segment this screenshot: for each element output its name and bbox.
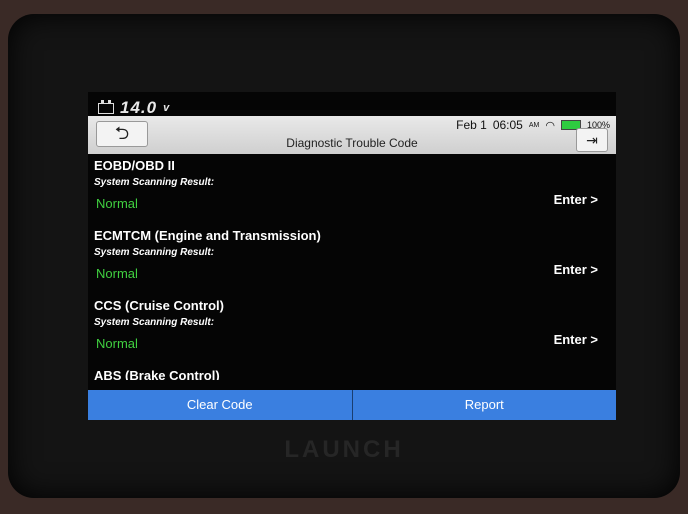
screen: 14.0 v ⮌ Feb 1 06:05 AM ◠ 100% Diagnosti… [88,92,616,420]
list-item[interactable]: EOBD/OBD II System Scanning Result: Norm… [88,158,616,228]
system-subtitle: System Scanning Result: [94,247,215,258]
exit-button[interactable]: ⇥ [576,128,608,152]
system-status: Normal [96,266,138,281]
list-item[interactable]: ABS (Brake Control) [88,368,616,380]
enter-button[interactable]: Enter > [554,262,598,277]
system-subtitle: System Scanning Result: [94,317,215,328]
clear-code-button[interactable]: Clear Code [88,390,353,420]
system-name: EOBD/OBD II [94,158,175,173]
system-name: ECMTCM (Engine and Transmission) [94,228,321,243]
date: Feb 1 [456,118,487,132]
system-status: Normal [96,196,138,211]
system-status: Normal [96,336,138,351]
brand-logo: LAUNCH [284,436,404,463]
system-name: ABS (Brake Control) [94,368,220,380]
am-pm: AM [528,121,540,129]
page-title: Diagnostic Trouble Code [286,136,418,150]
car-battery-icon [98,99,114,114]
time: 06:05 [492,118,523,132]
enter-button[interactable]: Enter > [554,192,598,207]
report-button[interactable]: Report [352,390,616,420]
bottom-button-bar: Clear Code Report [88,390,616,420]
list-item[interactable]: CCS (Cruise Control) System Scanning Res… [88,298,616,368]
enter-button[interactable]: Enter > [554,332,598,347]
voltage-indicator: 14.0 v [98,98,170,118]
list-item[interactable]: ECMTCM (Engine and Transmission) System … [88,228,616,298]
wifi-icon: ◠ [545,119,555,132]
voltage-value: 14.0 [120,98,158,117]
scan-result-list: EOBD/OBD II System Scanning Result: Norm… [88,158,616,380]
title-bar: ⮌ Feb 1 06:05 AM ◠ 100% Diagnostic Troub… [88,116,616,154]
system-subtitle: System Scanning Result: [94,177,215,188]
voltage-unit: v [163,102,171,114]
exit-icon: ⇥ [586,132,598,148]
status-bar: 14.0 v [88,92,616,118]
system-name: CCS (Cruise Control) [94,298,224,313]
